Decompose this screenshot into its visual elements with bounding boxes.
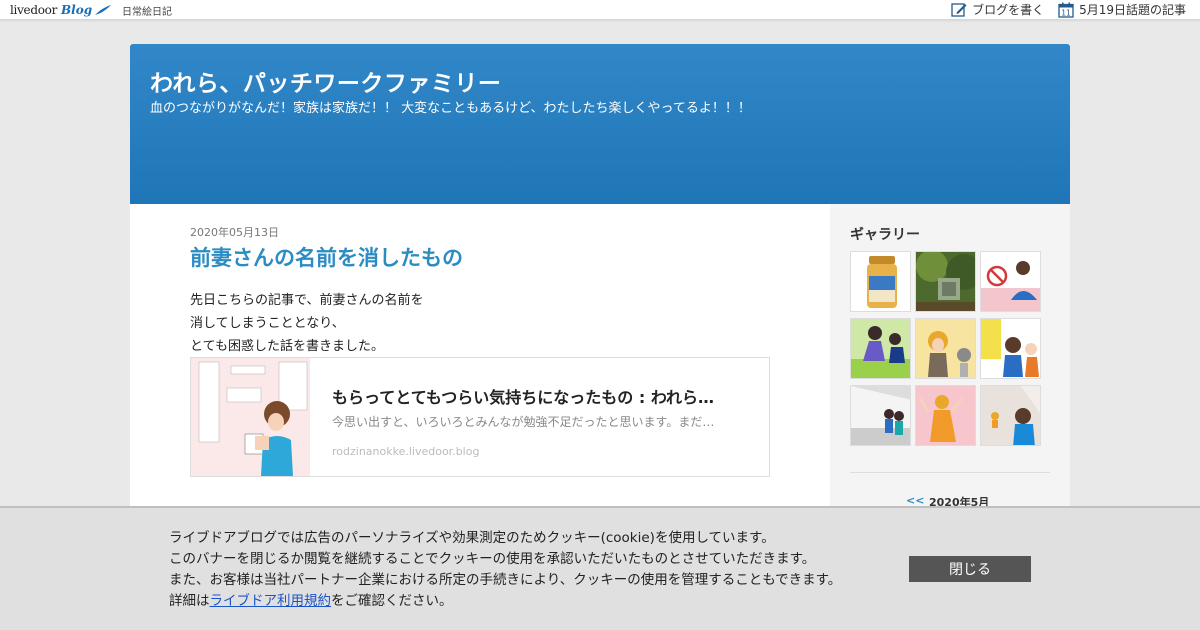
cookie-line: ライブドアブログでは広告のパーソナライズや効果測定のためクッキー(cookie)… bbox=[169, 530, 775, 546]
post-title[interactable]: 前妻さんの名前を消したもの bbox=[190, 242, 463, 272]
post-body: 先日こちらの記事で、前妻さんの名前を 消してしまうこととなり、 とても困惑した話… bbox=[190, 289, 423, 358]
post-body-line: 消してしまうこととなり、 bbox=[190, 316, 345, 331]
category-link[interactable]: 日常絵日記 bbox=[122, 3, 172, 18]
card-domain: rodzinanokke.livedoor.blog bbox=[332, 445, 480, 458]
gallery-thumb[interactable] bbox=[915, 318, 976, 379]
gallery-grid bbox=[850, 251, 1045, 446]
top-bar: livedoor Blog 日常絵日記 ブログを書く 11 5月19日話題の記事 bbox=[0, 0, 1200, 20]
close-button[interactable]: 閉じる bbox=[909, 556, 1031, 582]
cookie-line: 詳細はライブドア利用規約をご確認ください。 bbox=[169, 591, 841, 612]
card-description: 今思い出すと、いろいろとみんなが勉強不足だったと思います。まだ… bbox=[332, 415, 715, 429]
post-date: 2020年05月13日 bbox=[190, 226, 279, 239]
gallery-thumb[interactable] bbox=[850, 251, 911, 312]
sidebar-divider bbox=[850, 472, 1050, 473]
post-body-line: 先日こちらの記事で、前妻さんの名前を bbox=[190, 293, 424, 308]
wing-icon bbox=[95, 5, 112, 15]
write-blog-link[interactable]: ブログを書く bbox=[951, 1, 1044, 18]
gallery-title: ギャラリー bbox=[850, 227, 920, 243]
gallery-thumb[interactable] bbox=[980, 385, 1041, 446]
trending-label: 5月19日話題の記事 bbox=[1079, 3, 1186, 17]
logo-blog-text: Blog bbox=[61, 3, 93, 17]
cookie-banner: ライブドアブログでは広告のパーソナライズや効果測定のためクッキー(cookie)… bbox=[0, 506, 1200, 630]
post-body-line: とても困惑した話を書きました。 bbox=[190, 339, 384, 354]
gallery-thumb[interactable] bbox=[980, 318, 1041, 379]
card-title: もらってとてもつらい気持ちになったもの : われら… bbox=[332, 388, 715, 407]
terms-link[interactable]: ライブドア利用規約 bbox=[210, 593, 332, 609]
calendar-icon-day: 11 bbox=[1061, 8, 1071, 17]
calendar-icon: 11 bbox=[1058, 2, 1074, 18]
logo-text: livedoor bbox=[10, 3, 58, 17]
cookie-line: このバナーを閉じるか閲覧を継続することでクッキーの使用を承認いただいたものとさせ… bbox=[169, 551, 816, 567]
gallery-thumb[interactable] bbox=[980, 251, 1041, 312]
gallery-thumb[interactable] bbox=[850, 385, 911, 446]
trending-articles-link[interactable]: 11 5月19日話題の記事 bbox=[1058, 1, 1186, 18]
write-blog-label: ブログを書く bbox=[972, 3, 1045, 17]
gallery-thumb[interactable] bbox=[915, 385, 976, 446]
blog-title[interactable]: われら、パッチワークファミリー bbox=[150, 64, 501, 98]
card-thumbnail bbox=[191, 358, 310, 476]
blog-header: われら、パッチワークファミリー 血のつながりがなんだ！家族は家族だ！！ 大変なこ… bbox=[130, 44, 1070, 204]
blog-description: 血のつながりがなんだ！家族は家族だ！！ 大変なこともあるけど、わたしたち楽しくや… bbox=[150, 101, 751, 116]
cookie-detail-prefix: 詳細は bbox=[169, 593, 210, 609]
gallery-thumb[interactable] bbox=[915, 251, 976, 312]
link-card[interactable]: もらってとてもつらい気持ちになったもの : われら… 今思い出すと、いろいろとみ… bbox=[190, 357, 770, 477]
gallery-thumb[interactable] bbox=[850, 318, 911, 379]
cookie-text: ライブドアブログでは広告のパーソナライズや効果測定のためクッキー(cookie)… bbox=[169, 528, 841, 612]
cookie-line: また、お客様は当社パートナー企業における所定の手続きにより、クッキーの使用を管理… bbox=[169, 572, 842, 588]
pencil-icon bbox=[951, 2, 967, 17]
livedoor-blog-logo[interactable]: livedoor Blog bbox=[10, 2, 112, 18]
cookie-detail-suffix: をご確認ください。 bbox=[331, 593, 453, 609]
